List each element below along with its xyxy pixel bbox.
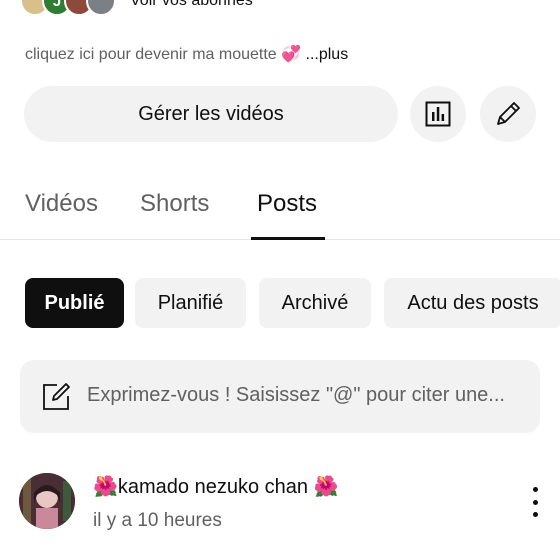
subscribers-row[interactable]: J Voir vos abonnés: [20, 0, 253, 16]
manage-videos-button[interactable]: Gérer les vidéos: [24, 86, 398, 142]
pencil-icon: [497, 102, 520, 125]
edit-channel-button[interactable]: [480, 86, 536, 142]
more-link[interactable]: ...plus: [306, 46, 349, 63]
post-author-name[interactable]: 🌺kamado nezuko chan 🌺: [93, 474, 339, 499]
post-author-avatar[interactable]: [19, 473, 75, 529]
create-post-input[interactable]: Exprimez-vous ! Saisissez "@" pour citer…: [87, 384, 532, 407]
subscriber-avatars: J: [20, 0, 116, 16]
heart-emoji: 💞: [281, 46, 302, 63]
tab-posts[interactable]: Posts: [257, 190, 317, 218]
analytics-button[interactable]: [410, 86, 466, 142]
create-post-box[interactable]: Exprimez-vous ! Saisissez "@" pour citer…: [20, 360, 540, 433]
chip-published[interactable]: Publié: [25, 278, 124, 328]
active-tab-indicator: [251, 237, 325, 240]
chip-scheduled[interactable]: Planifié: [135, 278, 246, 328]
channel-actions: Gérer les vidéos: [24, 86, 536, 142]
analytics-icon: [425, 101, 451, 127]
compose-icon: [43, 383, 70, 410]
more-vertical-icon[interactable]: [524, 487, 546, 517]
tab-shorts[interactable]: Shorts: [140, 190, 209, 218]
post-filter-chips: Publié Planifié Archivé Actu des posts: [25, 278, 560, 328]
tab-videos[interactable]: Vidéos: [25, 190, 98, 218]
post-timestamp: il y a 10 heures: [93, 510, 222, 531]
chip-post-news[interactable]: Actu des posts: [384, 278, 560, 328]
description-text: cliquez ici pour devenir ma mouette: [25, 46, 277, 63]
channel-tabs: Vidéos Shorts Posts: [0, 180, 560, 240]
avatar-image: [19, 473, 75, 529]
chip-archived[interactable]: Archivé: [259, 278, 371, 328]
avatar: [86, 0, 116, 16]
channel-description[interactable]: cliquez ici pour devenir ma mouette 💞 ..…: [25, 44, 348, 64]
view-subscribers-link[interactable]: Voir vos abonnés: [130, 0, 253, 10]
